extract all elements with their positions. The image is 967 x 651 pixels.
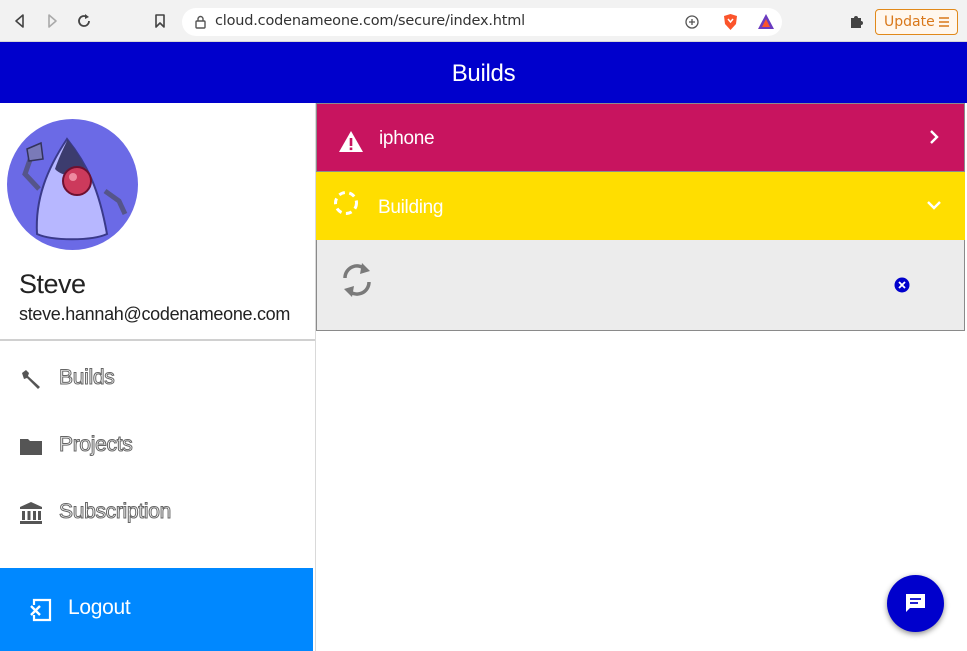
folder-icon bbox=[20, 439, 42, 455]
build-status: Building bbox=[378, 197, 444, 218]
menu-icon bbox=[939, 17, 949, 27]
bookmark-button[interactable] bbox=[150, 11, 170, 31]
lock-icon bbox=[195, 15, 206, 29]
wrench-icon bbox=[22, 370, 40, 389]
bookmark-icon bbox=[155, 14, 165, 28]
sidebar-item-builds[interactable]: Builds bbox=[0, 354, 315, 404]
sidebar-item-label: Projects bbox=[58, 433, 133, 457]
sidebar-item-subscription[interactable]: Subscription bbox=[0, 488, 315, 538]
forward-button[interactable] bbox=[42, 11, 62, 31]
logout-label: Logout bbox=[68, 596, 131, 619]
brave-shield-icon[interactable] bbox=[722, 13, 739, 31]
sidebar-item-projects[interactable]: Projects bbox=[0, 421, 315, 471]
brave-rewards-icon[interactable] bbox=[757, 13, 775, 30]
sidebar-divider bbox=[0, 339, 315, 341]
user-name: Steve bbox=[19, 269, 86, 299]
url-text: cloud.codenameone.com/secure/index.html bbox=[215, 13, 526, 29]
forward-arrow-icon bbox=[48, 14, 57, 28]
duke-mascot-icon bbox=[22, 137, 128, 241]
sidebar-item-label: Subscription bbox=[59, 500, 172, 524]
app-header: Builds bbox=[0, 42, 967, 103]
build-detail-panel bbox=[316, 240, 965, 331]
dashed-circle-icon bbox=[334, 191, 358, 215]
chat-icon bbox=[906, 594, 925, 612]
zoom-add-icon[interactable] bbox=[685, 15, 699, 29]
back-arrow-icon bbox=[15, 14, 24, 28]
address-bar[interactable]: cloud.codenameone.com/secure/index.html bbox=[182, 8, 782, 36]
build-row-building[interactable]: Building bbox=[316, 172, 965, 240]
update-button[interactable]: Update bbox=[875, 9, 958, 35]
page-title: Builds bbox=[451, 60, 516, 87]
sidebar: Steve steve.hannah@codenameone.com Build… bbox=[0, 103, 316, 651]
chevron-right-icon bbox=[930, 130, 939, 144]
build-row-iphone[interactable]: iphone bbox=[316, 103, 965, 172]
logout-button[interactable]: Logout bbox=[0, 568, 313, 651]
warning-icon bbox=[339, 131, 363, 152]
avatar bbox=[7, 119, 138, 250]
bank-icon bbox=[20, 502, 42, 524]
reload-button[interactable] bbox=[74, 11, 94, 31]
chat-button[interactable] bbox=[887, 575, 944, 632]
logout-icon bbox=[30, 598, 52, 622]
user-email: steve.hannah@codenameone.com bbox=[19, 304, 291, 324]
cancel-build-icon[interactable] bbox=[894, 277, 910, 293]
reload-icon bbox=[78, 14, 90, 27]
update-label: Update bbox=[884, 14, 935, 30]
chevron-down-icon bbox=[927, 201, 941, 210]
sidebar-item-label: Builds bbox=[58, 366, 115, 390]
back-button[interactable] bbox=[10, 11, 30, 31]
extensions-icon[interactable] bbox=[848, 13, 865, 30]
build-name: iphone bbox=[379, 128, 435, 149]
refresh-icon[interactable] bbox=[340, 260, 374, 300]
browser-toolbar: cloud.codenameone.com/secure/index.html … bbox=[0, 0, 967, 42]
